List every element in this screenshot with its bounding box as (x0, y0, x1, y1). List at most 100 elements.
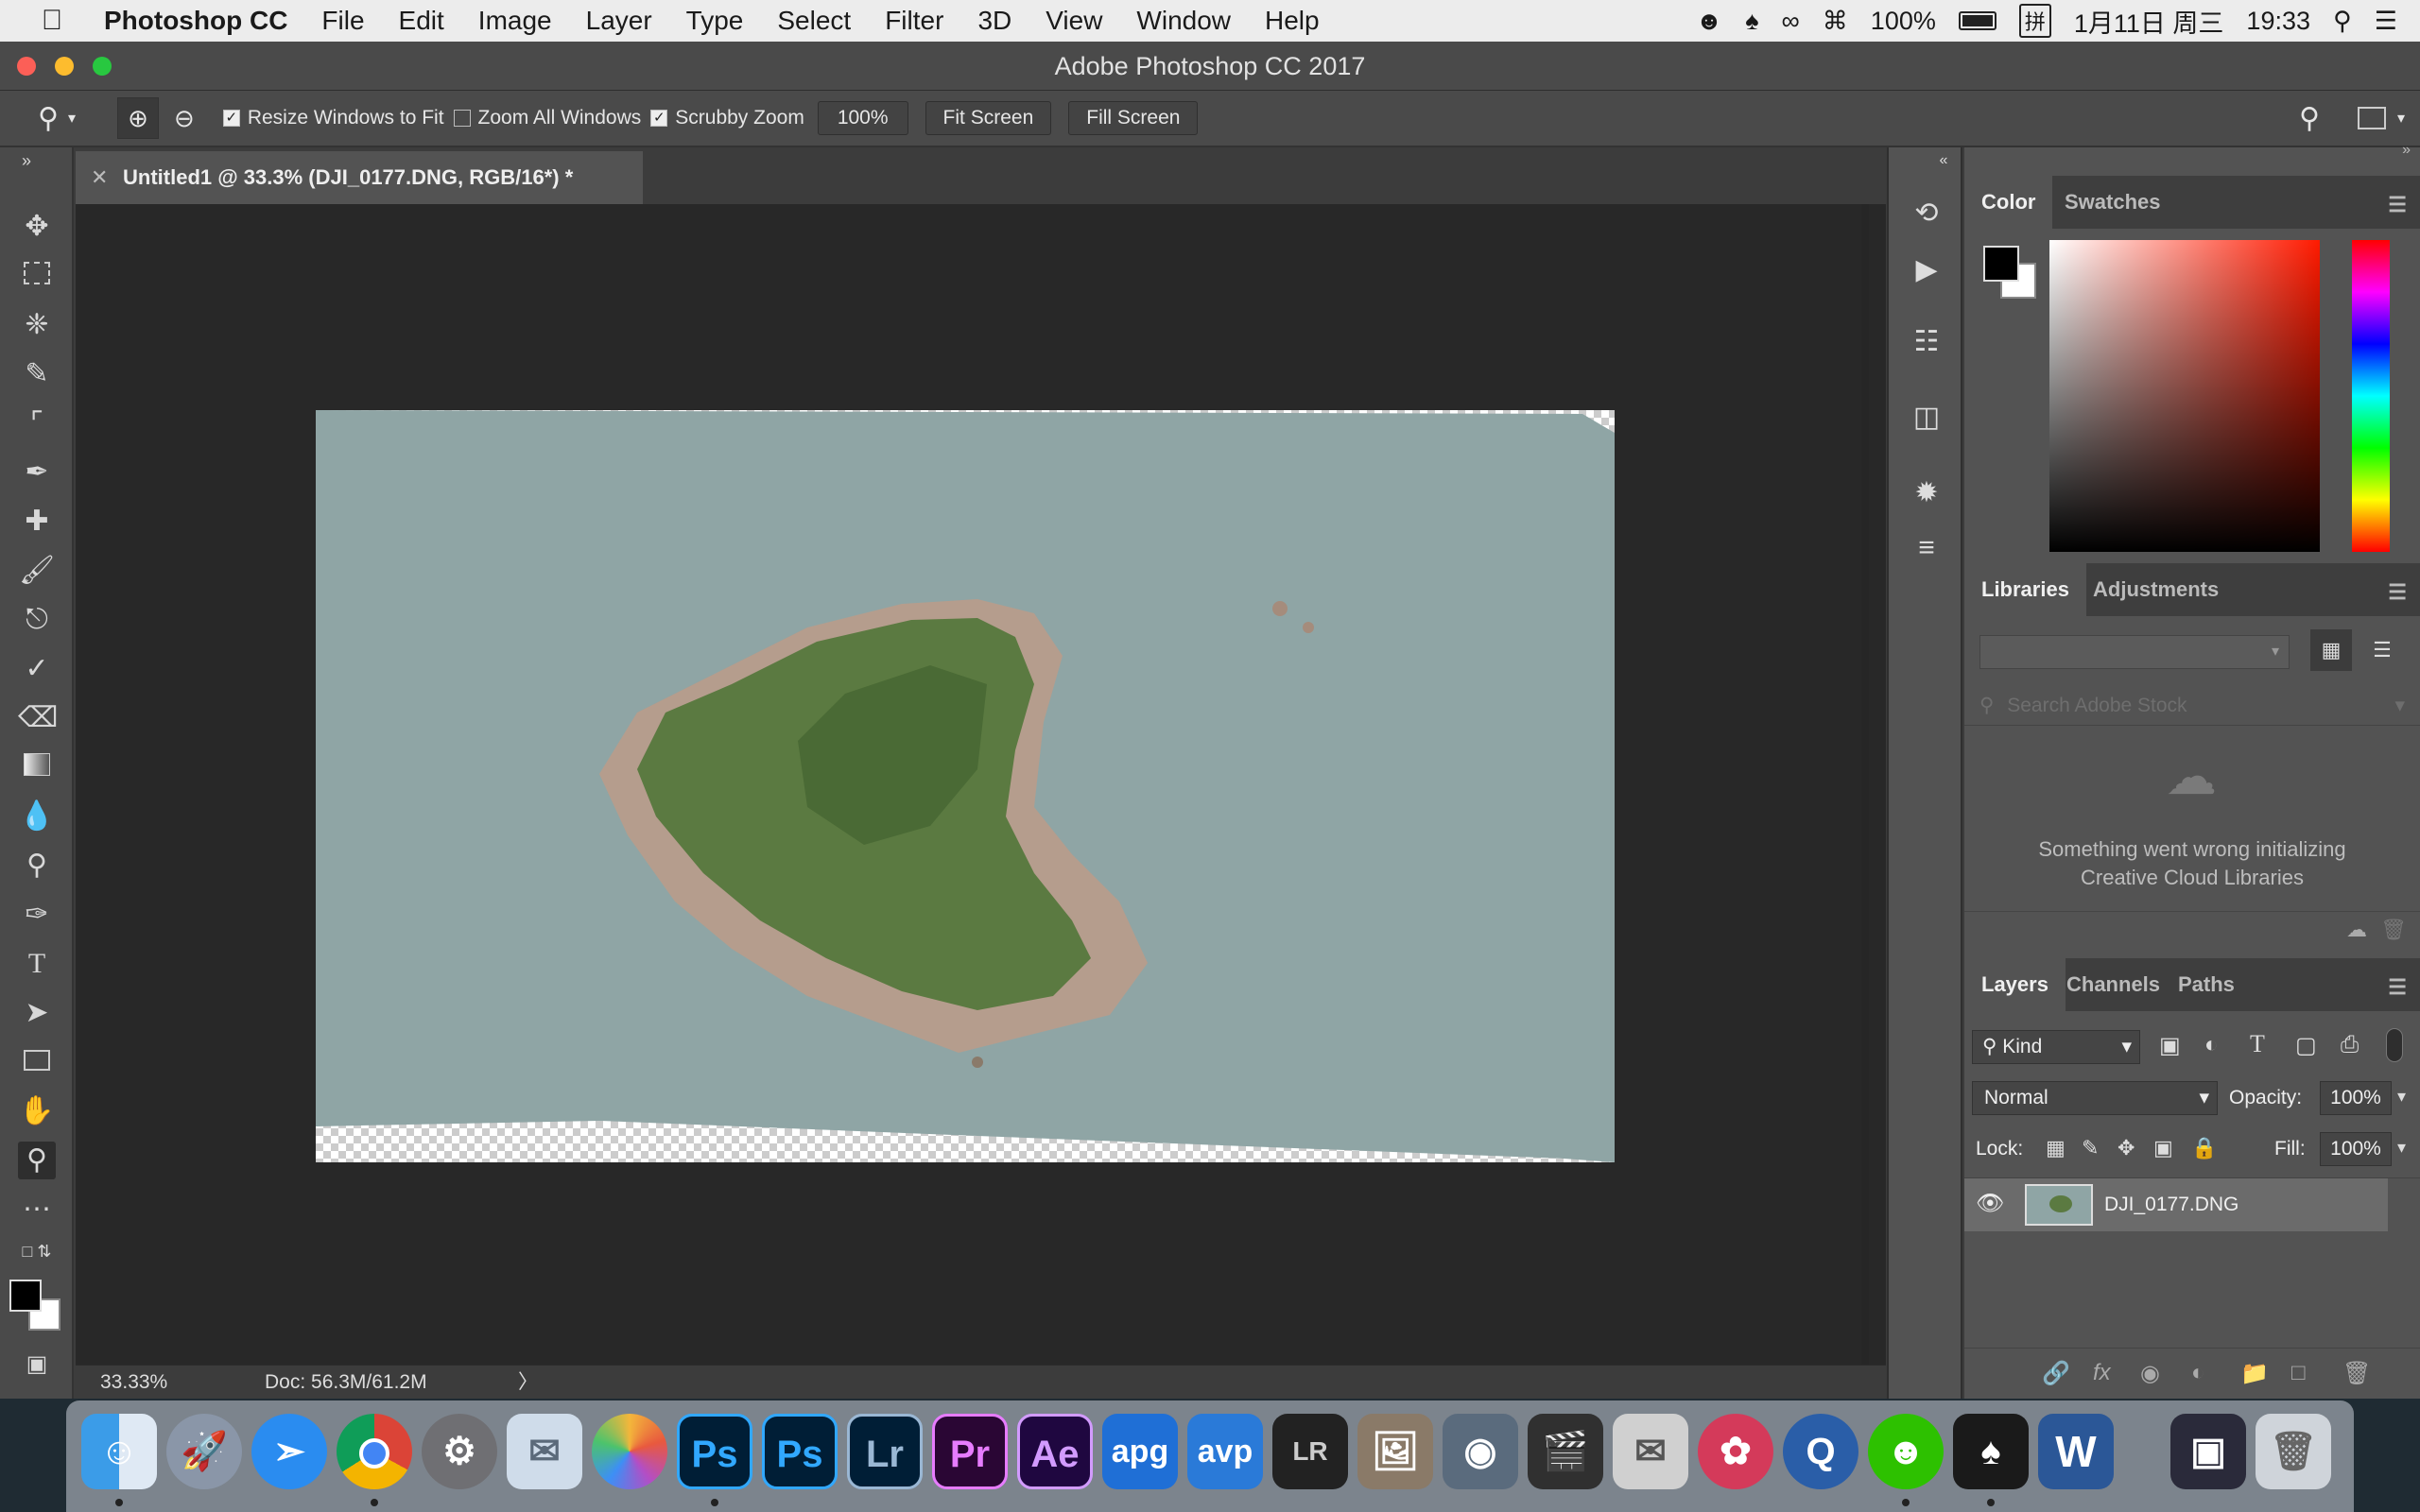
lock-position-icon[interactable]: ✥ (2118, 1136, 2135, 1160)
grid-view-icon[interactable]: ▦ (2310, 629, 2352, 671)
gradient-tool-icon[interactable] (18, 748, 56, 786)
dock-photoshop-icon[interactable]: Ps (762, 1414, 838, 1489)
filter-smart-object-icon[interactable]: ⎙ (2341, 1032, 2359, 1058)
filter-pixel-icon[interactable]: ▣ (2159, 1032, 2181, 1059)
document-size-info[interactable]: Doc: 56.3M/61.2M (265, 1366, 427, 1400)
clone-stamp-tool-icon[interactable]: ⎋ (18, 601, 56, 639)
library-select[interactable]: ▾ (1979, 635, 2290, 669)
zoom-out-icon[interactable]: ⊖ (174, 104, 195, 133)
dock-final-cut-pro-icon[interactable]: 🎬 (1528, 1414, 1603, 1489)
dock-screenshot-icon[interactable]: ▣ (2170, 1414, 2246, 1489)
collapse-panels-icon[interactable]: » (2402, 142, 2411, 159)
eyedropper-tool-icon[interactable]: ✒ (18, 454, 56, 491)
link-layers-icon[interactable]: 🔗 (2042, 1360, 2070, 1387)
path-selection-tool-icon[interactable]: ➤ (18, 994, 56, 1032)
zoom-tool-icon[interactable]: ⚲ (18, 1142, 56, 1179)
workspace-dropdown-icon[interactable]: ▾ (2397, 109, 2405, 128)
tab-channels[interactable]: Channels (2049, 958, 2177, 1011)
document-tab[interactable]: ✕ Untitled1 @ 33.3% (DJI_0177.DNG, RGB/1… (76, 151, 643, 204)
eraser-tool-icon[interactable]: ⌫ (18, 699, 58, 737)
dock-apg-icon[interactable]: apg (1102, 1414, 1178, 1489)
tab-color[interactable]: Color (1964, 176, 2053, 229)
blend-mode-select[interactable]: Normal ▾ (1972, 1081, 2218, 1115)
menu-type[interactable]: Type (669, 6, 761, 36)
collapse-toolbar-icon[interactable]: » (8, 142, 45, 180)
tab-paths[interactable]: Paths (2161, 958, 2252, 1011)
search-icon[interactable]: ⚲ (2299, 102, 2320, 135)
opacity-dropdown-icon[interactable]: ▾ (2397, 1087, 2406, 1107)
dock-after-effects-icon[interactable]: Ae (1017, 1414, 1093, 1489)
properties-panel-icon[interactable]: ◫ (1908, 399, 1945, 437)
dock-preview-icon[interactable]: ✉ (507, 1414, 582, 1489)
dock-lrtimelapse-icon[interactable]: LR (1272, 1414, 1348, 1489)
battery-icon[interactable] (1958, 11, 1996, 30)
foreground-color-swatch[interactable] (9, 1280, 42, 1312)
creative-cloud-icon[interactable]: ∞ (1782, 7, 1800, 36)
hue-slider[interactable] (2352, 240, 2390, 552)
zoom-in-icon[interactable]: ⊕ (117, 97, 160, 139)
dock-proxy-icon[interactable]: ✉ (1613, 1414, 1688, 1489)
layer-row[interactable]: 👁 DJI_0177.DNG (1964, 1178, 2388, 1231)
filter-toggle-icon[interactable] (2386, 1028, 2403, 1062)
fill-field[interactable]: 100% (2320, 1132, 2392, 1166)
dock-qq-icon[interactable]: ♠ (1953, 1414, 2029, 1489)
zoom-tool-preset-icon[interactable]: ⚲ (38, 102, 59, 135)
tab-swatches[interactable]: Swatches (2048, 176, 2178, 229)
canvas-area[interactable] (76, 204, 1886, 1365)
dock-avp-icon[interactable]: avp (1187, 1414, 1263, 1489)
filter-adjustment-icon[interactable]: ◐ (2204, 1032, 2219, 1058)
resize-windows-option[interactable]: ✓ Resize Windows to Fit (222, 107, 444, 129)
status-menu-arrow-icon[interactable]: 〉 (518, 1366, 538, 1400)
lock-artboard-icon[interactable]: ▣ (2153, 1136, 2173, 1160)
lock-image-icon[interactable]: ✎ (2082, 1136, 2099, 1160)
menubar-date[interactable]: 1月11日 周三 (2074, 3, 2224, 40)
brush-tool-icon[interactable]: 🖌 (18, 552, 56, 590)
cloud-sync-icon[interactable]: ☁ (2346, 918, 2367, 942)
battery-percent[interactable]: 100% (1871, 7, 1936, 36)
new-group-icon[interactable]: 📁 (2240, 1360, 2269, 1387)
qq-status-icon[interactable]: ♠ (1745, 7, 1758, 36)
filter-type-icon[interactable]: T (2250, 1030, 2265, 1058)
dock-safari-icon[interactable]: ➣ (251, 1414, 327, 1489)
layers-panel-menu-icon[interactable]: ☰ (2388, 975, 2407, 1000)
3d-panel-icon[interactable]: ☷ (1908, 323, 1945, 361)
stock-search-dropdown-icon[interactable]: ▾ (2394, 686, 2405, 726)
menu-3d[interactable]: 3D (960, 6, 1028, 36)
stock-search-field[interactable]: ⚲ Search Adobe Stock ▾ (1964, 686, 2420, 726)
menu-image[interactable]: Image (461, 6, 569, 36)
lock-transparent-icon[interactable]: ▦ (2046, 1136, 2066, 1160)
marquee-tool-icon[interactable] (18, 257, 56, 295)
lock-all-icon[interactable]: 🔒 (2191, 1136, 2217, 1160)
menu-file[interactable]: File (304, 6, 381, 36)
dock-premiere-icon[interactable]: Pr (932, 1414, 1008, 1489)
dock-finder-icon[interactable]: ☺ (81, 1414, 157, 1489)
color-field[interactable] (2049, 240, 2320, 552)
menu-view[interactable]: View (1028, 6, 1119, 36)
scrubby-zoom-option[interactable]: ✓ Scrubby Zoom (650, 107, 804, 129)
notification-center-icon[interactable]: ☰ (2375, 7, 2397, 36)
workspace-switcher-icon[interactable] (2357, 107, 2386, 129)
rectangle-tool-icon[interactable] (18, 1043, 56, 1081)
color-panel-menu-icon[interactable]: ☰ (2388, 193, 2407, 217)
history-panel-icon[interactable]: ⟲ (1908, 195, 1945, 232)
layer-visibility-eye-icon[interactable]: 👁 (1976, 1190, 2004, 1217)
color-fg-swatch[interactable] (1983, 246, 2019, 282)
edit-toolbar-icon[interactable]: ⋯ (18, 1191, 56, 1228)
zoom-level-field[interactable]: 33.33% (100, 1366, 167, 1400)
pen-tool-icon[interactable]: ✑ (18, 896, 56, 934)
dock-launchpad-icon[interactable]: 🚀 (166, 1414, 242, 1489)
wechat-status-icon[interactable]: ☻ (1696, 7, 1722, 36)
close-document-icon[interactable]: ✕ (91, 151, 108, 204)
history-brush-tool-icon[interactable]: ✓ (18, 650, 56, 688)
zoom-all-option[interactable]: Zoom All Windows (453, 107, 641, 129)
menu-layer[interactable]: Layer (569, 6, 669, 36)
zoom-window-button[interactable] (93, 57, 112, 76)
menubar-time[interactable]: 19:33 (2246, 7, 2310, 36)
collapse-strip-icon[interactable]: « (1925, 142, 1962, 180)
fit-screen-button[interactable]: Fit Screen (925, 101, 1052, 135)
dock-system-preferences-icon[interactable]: ⚙ (422, 1414, 497, 1489)
type-tool-icon[interactable]: T (18, 945, 56, 983)
document-canvas[interactable] (316, 410, 1615, 1162)
dock-lightroom-icon[interactable]: Lr (847, 1414, 923, 1489)
spotlight-search-icon[interactable]: ⚲ (2333, 7, 2352, 36)
